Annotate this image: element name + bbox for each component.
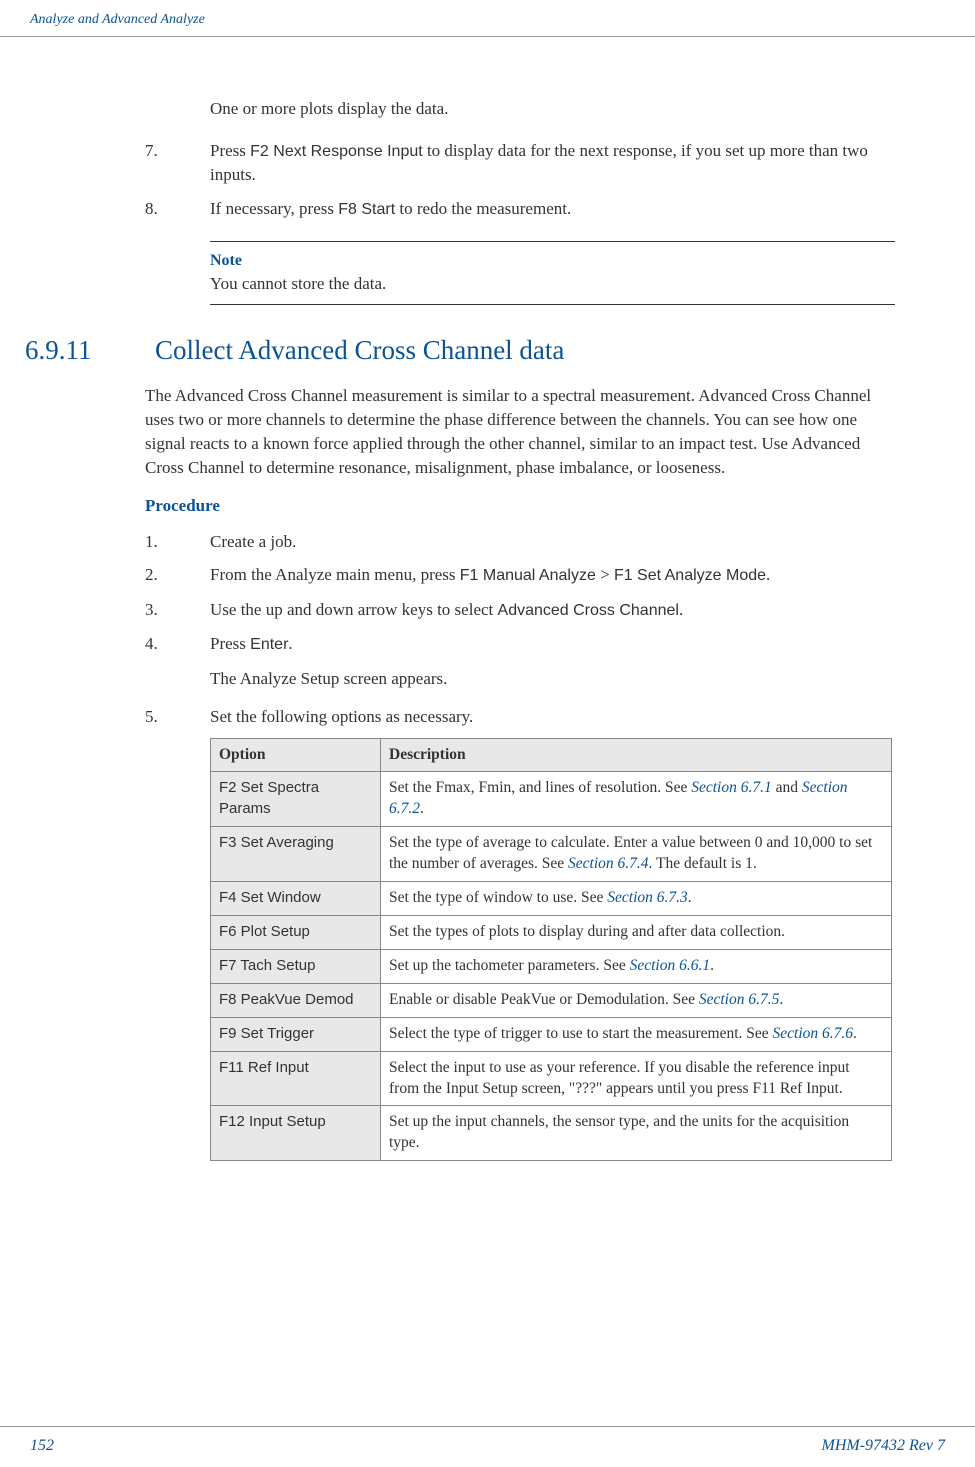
col-description: Description	[381, 739, 892, 772]
proc-step-3: 3. Use the up and down arrow keys to sel…	[145, 598, 895, 622]
page-content: One or more plots display the data. 7. P…	[0, 97, 975, 1161]
option-cell: F9 Set Trigger	[211, 1017, 381, 1051]
table-row: F8 PeakVue Demod Enable or disable PeakV…	[211, 983, 892, 1017]
doc-id: MHM-97432 Rev 7	[821, 1437, 945, 1455]
description-cell: Select the input to use as your referenc…	[381, 1051, 892, 1106]
step-text: Press Enter.	[210, 632, 895, 656]
option-cell: F3 Set Averaging	[211, 827, 381, 882]
step-num: 3.	[145, 598, 210, 622]
option-cell: F11 Ref Input	[211, 1051, 381, 1106]
description-cell: Set the types of plots to display during…	[381, 915, 892, 949]
ui-label: F8 Start	[338, 201, 395, 218]
options-table: Option Description F2 Set Spectra Params…	[210, 738, 892, 1161]
step-num: 5.	[145, 705, 210, 729]
table-row: F2 Set Spectra Params Set the Fmax, Fmin…	[211, 772, 892, 827]
step-num: 7.	[145, 139, 210, 187]
ui-label: Advanced Cross Channel	[498, 602, 679, 619]
ui-label: F2 Next Response Input	[250, 143, 423, 160]
col-option: Option	[211, 739, 381, 772]
note-box: Note You cannot store the data.	[210, 241, 895, 305]
description-cell: Enable or disable PeakVue or Demodulatio…	[381, 983, 892, 1017]
intro-text: One or more plots display the data.	[210, 97, 895, 121]
table-row: F4 Set Window Set the type of window to …	[211, 882, 892, 916]
procedure-label: Procedure	[145, 496, 895, 516]
table-row: F12 Input Setup Set up the input channel…	[211, 1106, 892, 1161]
option-cell: F12 Input Setup	[211, 1106, 381, 1161]
proc-step-4-sub: The Analyze Setup screen appears.	[210, 669, 895, 689]
section-link[interactable]: Section 6.7.5	[699, 991, 780, 1008]
section-link[interactable]: Section 6.6.1	[630, 957, 711, 974]
table-row: F7 Tach Setup Set up the tachometer para…	[211, 949, 892, 983]
option-cell: F4 Set Window	[211, 882, 381, 916]
section-title: Collect Advanced Cross Channel data	[155, 335, 564, 366]
description-cell: Set the Fmax, Fmin, and lines of resolut…	[381, 772, 892, 827]
description-cell: Set up the input channels, the sensor ty…	[381, 1106, 892, 1161]
proc-step-2: 2. From the Analyze main menu, press F1 …	[145, 563, 895, 587]
table-row: F3 Set Averaging Set the type of average…	[211, 827, 892, 882]
note-text: You cannot store the data.	[210, 274, 895, 294]
proc-step-4: 4. Press Enter.	[145, 632, 895, 656]
table-row: F11 Ref Input Select the input to use as…	[211, 1051, 892, 1106]
option-cell: F2 Set Spectra Params	[211, 772, 381, 827]
section-link[interactable]: Section 6.7.4	[568, 855, 649, 872]
step-text: If necessary, press F8 Start to redo the…	[210, 197, 895, 221]
step-7: 7. Press F2 Next Response Input to displ…	[145, 139, 895, 187]
step-num: 8.	[145, 197, 210, 221]
ui-label: F1 Manual Analyze	[460, 567, 596, 584]
step-num: 1.	[145, 530, 210, 554]
section-link[interactable]: Section 6.7.1	[691, 779, 772, 796]
description-cell: Set up the tachometer parameters. See Se…	[381, 949, 892, 983]
step-text: Create a job.	[210, 530, 895, 554]
ui-label: F1 Set Analyze Mode	[614, 567, 766, 584]
page-footer: 152 MHM-97432 Rev 7	[0, 1426, 975, 1455]
section-heading: 6.9.11 Collect Advanced Cross Channel da…	[25, 335, 895, 366]
step-num: 2.	[145, 563, 210, 587]
step-8: 8. If necessary, press F8 Start to redo …	[145, 197, 895, 221]
option-cell: F7 Tach Setup	[211, 949, 381, 983]
step-text: Use the up and down arrow keys to select…	[210, 598, 895, 622]
section-link[interactable]: Section 6.7.3	[607, 889, 688, 906]
table-row: F9 Set Trigger Select the type of trigge…	[211, 1017, 892, 1051]
ui-label: Enter	[250, 636, 288, 653]
step-text: Set the following options as necessary.	[210, 705, 895, 729]
description-cell: Set the type of average to calculate. En…	[381, 827, 892, 882]
procedure-list: 1. Create a job. 2. From the Analyze mai…	[145, 530, 895, 1162]
table-header-row: Option Description	[211, 739, 892, 772]
header-title: Analyze and Advanced Analyze	[30, 12, 205, 27]
section-number: 6.9.11	[25, 335, 155, 366]
option-cell: F8 PeakVue Demod	[211, 983, 381, 1017]
step-text: From the Analyze main menu, press F1 Man…	[210, 563, 895, 587]
proc-step-5: 5. Set the following options as necessar…	[145, 705, 895, 729]
description-cell: Select the type of trigger to use to sta…	[381, 1017, 892, 1051]
section-link[interactable]: Section 6.7.6	[773, 1025, 854, 1042]
proc-step-1: 1. Create a job.	[145, 530, 895, 554]
page-header: Analyze and Advanced Analyze	[0, 0, 975, 37]
step-text: Press F2 Next Response Input to display …	[210, 139, 895, 187]
description-cell: Set the type of window to use. See Secti…	[381, 882, 892, 916]
note-label: Note	[210, 252, 895, 270]
table-row: F6 Plot Setup Set the types of plots to …	[211, 915, 892, 949]
section-para: The Advanced Cross Channel measurement i…	[145, 384, 895, 479]
page-number: 152	[30, 1437, 54, 1455]
option-cell: F6 Plot Setup	[211, 915, 381, 949]
step-num: 4.	[145, 632, 210, 656]
